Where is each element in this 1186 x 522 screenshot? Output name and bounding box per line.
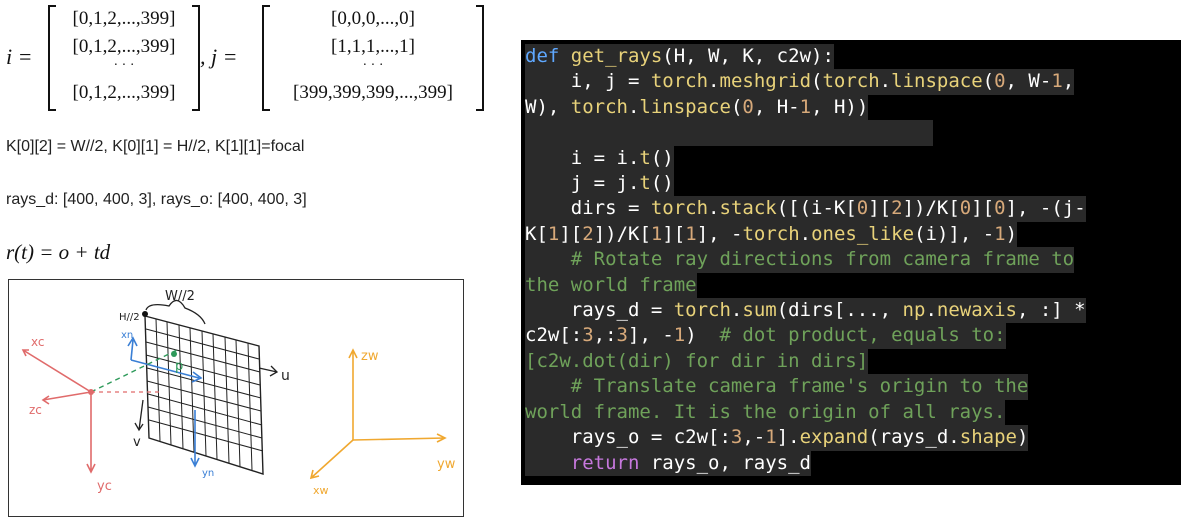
xn-label: xn	[121, 330, 133, 341]
code-line-2: i, j = torch.meshgrid(torch.linspace(0, …	[525, 69, 1075, 95]
u-axis	[258, 365, 279, 377]
code-line-5: i = i.t()	[525, 145, 674, 172]
j-matrix: [0,0,0,...,0] [1,1,1,...,1] · · · [399,3…	[262, 5, 484, 111]
zw-axis	[348, 348, 358, 440]
i-row-4: [0,1,2,...,399]	[72, 82, 176, 103]
k-intrinsics-text: K[0][2] = W//2, K[0][1] = H//2, K[1][1]=…	[6, 138, 305, 155]
j-row-1: [0,0,0,...,0]	[331, 8, 415, 29]
j-row-4: [399,399,399,...,399]	[293, 82, 453, 103]
xw-axis	[309, 439, 354, 480]
code-line-1: def get_rays(H, W, K, c2w):	[525, 44, 834, 70]
image-plane-grid	[144, 315, 264, 475]
code-line-7: dirs = torch.stack([(i-K[0][2])/K[0][0],…	[525, 196, 1086, 222]
yc-label: yc	[97, 479, 112, 494]
v-axis	[134, 399, 144, 432]
yn-axis	[190, 410, 200, 468]
h-half-label: H//2	[119, 312, 140, 323]
yw-axis	[352, 433, 447, 443]
xn-axis	[130, 359, 203, 383]
p-label: p	[175, 359, 183, 374]
j-label: , j =	[200, 44, 238, 69]
xc-axis	[21, 349, 92, 393]
code-line-17: return rays_o, rays_d	[525, 450, 811, 476]
j-row-2: [1,1,1,...,1]	[331, 36, 415, 57]
w-half-label: W//2	[165, 289, 195, 304]
code-block: def get_rays(H, W, K, c2w): i, j = torch…	[521, 40, 1181, 476]
code-line-9: # Rotate ray directions from camera fram…	[525, 247, 1075, 273]
yc-axis	[86, 392, 96, 474]
code-line-16: rays_o = c2w[:3,-1].expand(rays_d.shape)	[525, 425, 1029, 451]
u-label: u	[281, 368, 290, 384]
principal-point-dot	[171, 351, 177, 357]
sketch-canvas: u v W//2 H//2 xn yn p xc zc yc zw yw xw	[21, 289, 456, 497]
code-editor-panel[interactable]: def get_rays(H, W, K, c2w): i, j = torch…	[521, 40, 1181, 485]
xw-label: xw	[313, 484, 329, 497]
code-line-14: # Translate camera frame's origin to the	[525, 374, 1029, 400]
yn-label: yn	[202, 468, 214, 479]
i-row-3: · · ·	[113, 58, 135, 73]
code-line-6: j = j.t()	[525, 171, 674, 197]
zw-label: zw	[361, 349, 379, 364]
camera-rays-sketch: u v W//2 H//2 xn yn p xc zc yc zw yw xw	[8, 279, 464, 517]
code-line-15: world frame. It is the origin of all ray…	[525, 399, 1006, 426]
i-label: i =	[6, 44, 33, 69]
zc-label: zc	[29, 403, 42, 417]
xn-axis-up	[127, 336, 138, 361]
xc-label: xc	[31, 335, 45, 349]
code-line-13: [c2w.dot(dir) for dir in dirs]	[525, 348, 869, 375]
code-line-10: the world frame	[525, 272, 697, 299]
yw-label: yw	[437, 457, 456, 472]
i-row-2: [0,1,2,...,399]	[72, 36, 176, 57]
zc-axis	[41, 391, 92, 405]
v-label: v	[133, 435, 141, 450]
code-line-4	[525, 120, 933, 146]
code-line-3: W), torch.linspace(0, H-1, H))	[525, 94, 869, 121]
j-row-3: · · ·	[362, 58, 384, 73]
code-line-8: K[1][2])/K[1][1], -torch.ones_like(i)], …	[525, 221, 1018, 248]
i-matrix: [0,1,2,...,399] [0,1,2,...,399] · · · [0…	[48, 5, 200, 111]
code-line-11: rays_d = torch.sum(dirs[..., np.newaxis,…	[525, 298, 1086, 324]
code-line-12: c2w[:3,:3], -1) # dot product, equals to…	[525, 323, 1006, 349]
ray-shapes-text: rays_d: [400, 400, 3], rays_o: [400, 400…	[6, 191, 307, 208]
ray-equation: r(t) = o + td	[6, 240, 111, 264]
i-row-1: [0,1,2,...,399]	[72, 8, 176, 29]
image-corner-dot	[142, 311, 148, 317]
